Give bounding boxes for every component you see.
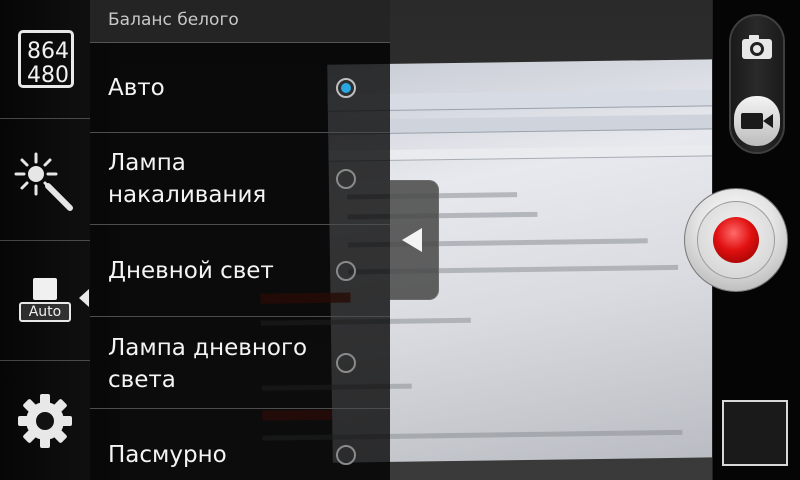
resolution-icon[interactable]: 864 480 <box>18 30 74 88</box>
brightness-wand-icon[interactable] <box>10 148 76 214</box>
radio-selected[interactable] <box>336 78 356 98</box>
radio[interactable] <box>336 169 356 189</box>
white-balance-menu: Баланс белого Авто Лампа накаливания Дне… <box>90 0 390 480</box>
radio[interactable] <box>336 445 356 465</box>
camera-left-controls: 864 480 Auto <box>0 0 90 480</box>
chevron-left-icon[interactable] <box>390 180 439 300</box>
wb-option-label: Дневной свет <box>108 258 274 284</box>
record-button-core <box>713 217 759 263</box>
divider <box>0 240 90 241</box>
menu-header: Баланс белого <box>90 0 390 43</box>
wb-option-auto[interactable]: Авто <box>90 43 390 133</box>
record-button[interactable] <box>684 188 788 292</box>
camera-right-controls <box>684 0 800 480</box>
radio[interactable] <box>336 261 356 281</box>
wb-option-daylight[interactable]: Дневной свет <box>90 225 390 317</box>
selection-pointer <box>79 289 89 307</box>
menu-title: Баланс белого <box>108 10 239 30</box>
wb-option-label: Лампа дневного света <box>108 335 308 393</box>
wb-option-label: Лампа накаливания <box>108 150 267 208</box>
wb-option-incandescent[interactable]: Лампа накаливания <box>90 133 390 225</box>
gallery-thumbnail[interactable] <box>722 400 788 466</box>
white-balance-square <box>33 278 57 300</box>
resolution-width: 864 <box>27 39 69 64</box>
wb-option-fluorescent[interactable]: Лампа дневного света <box>90 317 390 409</box>
record-button-ring <box>697 201 775 279</box>
mode-switch[interactable] <box>729 14 785 154</box>
divider <box>0 118 90 119</box>
wb-option-label: Авто <box>108 75 165 101</box>
camera-icon[interactable] <box>734 22 780 72</box>
white-balance-auto-label: Auto <box>19 302 71 322</box>
resolution-height: 480 <box>27 63 69 88</box>
wb-option-label: Пасмурно <box>108 442 227 468</box>
radio[interactable] <box>336 353 356 373</box>
gear-icon[interactable] <box>14 390 76 452</box>
wb-option-cloudy[interactable]: Пасмурно <box>90 409 390 480</box>
video-camera-icon[interactable] <box>734 96 780 146</box>
divider <box>0 360 90 361</box>
